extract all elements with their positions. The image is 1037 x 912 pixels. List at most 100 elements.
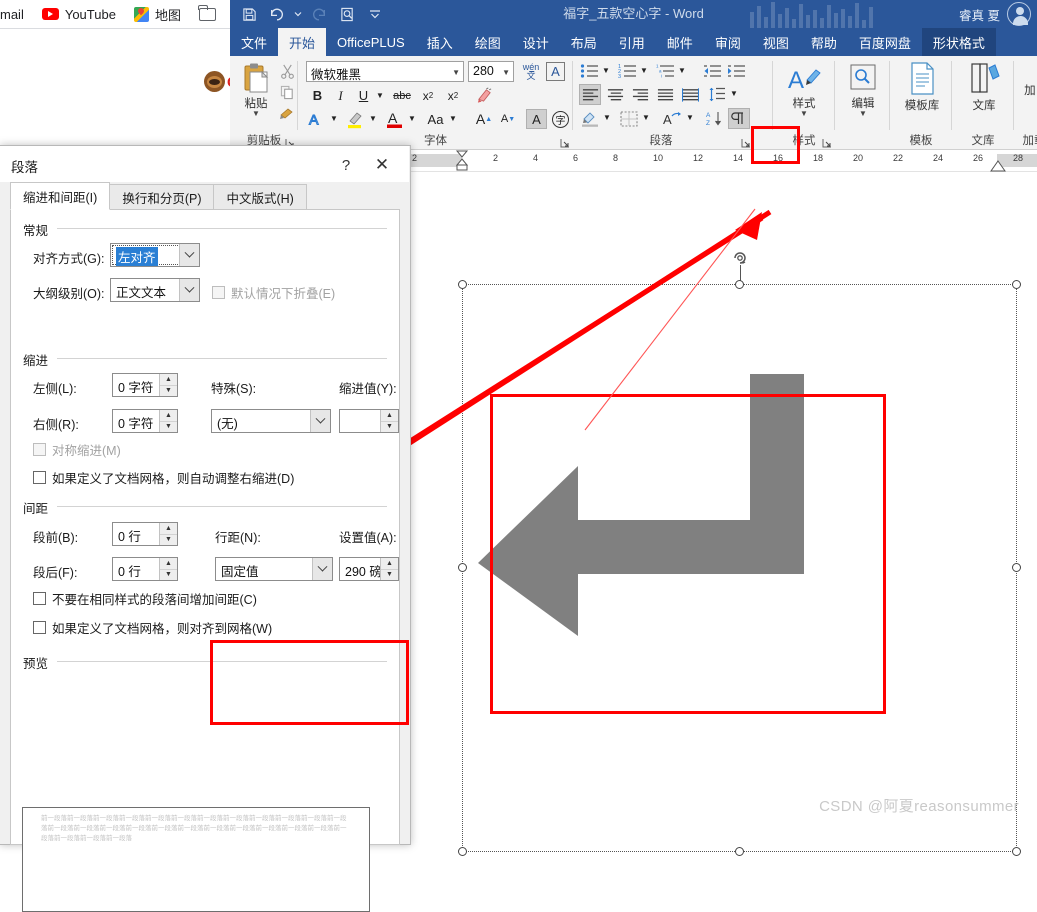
library-button[interactable]: 文库 <box>963 62 1005 113</box>
spin-down-icon[interactable]: ▼ <box>160 386 177 397</box>
strikethrough-button[interactable]: abc <box>390 86 414 105</box>
chevron-down-icon[interactable]: ▼ <box>640 111 652 124</box>
alignment-combo[interactable]: 左对齐 <box>110 243 200 267</box>
spinner-buttons[interactable]: ▲▼ <box>380 558 398 580</box>
tab-review[interactable]: 审阅 <box>704 28 752 56</box>
distribute-button[interactable] <box>679 84 701 105</box>
spin-down-icon[interactable]: ▼ <box>160 422 177 433</box>
checkbox-box[interactable] <box>33 471 46 484</box>
tab-baidu-netdisk[interactable]: 百度网盘 <box>848 28 922 56</box>
bookmark-folder[interactable] <box>199 8 216 21</box>
close-icon[interactable]: ✕ <box>369 154 395 176</box>
spin-down-icon[interactable]: ▼ <box>160 570 177 581</box>
resize-handle-se[interactable] <box>1012 847 1021 856</box>
paste-button[interactable]: 粘贴 ▼ <box>236 62 276 117</box>
tab-indents-and-spacing[interactable]: 缩进和间距(I) <box>10 182 110 210</box>
chevron-down-icon[interactable]: ▼ <box>600 64 612 77</box>
chevron-down-icon[interactable]: ▼ <box>252 111 260 117</box>
chevron-down-icon[interactable] <box>310 410 330 432</box>
copy-icon[interactable] <box>278 83 296 101</box>
increase-indent-icon[interactable] <box>725 61 747 81</box>
chevron-down-icon[interactable]: ▼ <box>684 111 696 124</box>
chevron-down-icon[interactable] <box>179 279 199 301</box>
spin-up-icon[interactable]: ▲ <box>381 410 398 422</box>
tab-mailings[interactable]: 邮件 <box>656 28 704 56</box>
undo-dropdown-icon[interactable] <box>292 2 304 26</box>
spinner-buttons[interactable]: ▲▼ <box>380 410 398 432</box>
change-case-button[interactable]: Aa <box>423 109 448 129</box>
right-indent-marker[interactable] <box>988 160 1008 172</box>
chevron-down-icon[interactable]: ▼ <box>676 64 688 77</box>
right-indent-spinner[interactable]: 0 字符 ▲▼ <box>112 409 178 433</box>
cut-icon[interactable] <box>278 62 296 80</box>
rotate-handle-icon[interactable] <box>731 249 749 267</box>
styles-dialog-launcher[interactable] <box>822 137 832 147</box>
special-combo[interactable]: (无) <box>211 409 331 433</box>
checkbox-box[interactable] <box>33 621 46 634</box>
bookmark-maps[interactable]: 地图 <box>134 5 181 24</box>
enclose-character-icon[interactable]: 字 <box>550 109 571 129</box>
tab-design[interactable]: 设计 <box>512 28 560 56</box>
template-library-button[interactable]: 模板库 <box>901 62 943 113</box>
chevron-down-icon[interactable] <box>312 558 332 580</box>
italic-button[interactable]: I <box>331 86 350 105</box>
auto-adjust-right-indent-checkbox[interactable]: 如果定义了文档网格，则自动调整右缩进(D) <box>33 468 294 487</box>
checkbox-box[interactable] <box>212 286 225 299</box>
chevron-down-icon[interactable]: ▼ <box>367 112 379 125</box>
resize-handle-ne[interactable] <box>1012 280 1021 289</box>
resize-handle-s[interactable] <box>735 847 744 856</box>
tab-insert[interactable]: 插入 <box>416 28 464 56</box>
font-dialog-launcher[interactable] <box>560 137 570 147</box>
left-indent-spinner[interactable]: 0 字符 ▲▼ <box>112 373 178 397</box>
spinner-buttons[interactable]: ▲▼ <box>159 523 177 545</box>
align-left-button[interactable] <box>579 84 601 105</box>
bullets-icon[interactable] <box>579 61 601 81</box>
resize-handle-w[interactable] <box>458 563 467 572</box>
chevron-down-icon[interactable]: ▼ <box>728 87 740 100</box>
bookmark-youtube[interactable]: YouTube <box>42 7 116 22</box>
print-preview-icon[interactable] <box>334 2 360 26</box>
text-effects-icon[interactable]: A <box>306 109 328 129</box>
chevron-down-icon[interactable]: ▼ <box>859 111 867 117</box>
tab-officeplus[interactable]: OfficePLUS <box>326 28 416 56</box>
tab-asian-typography[interactable]: 中文版式(H) <box>213 184 306 210</box>
checkbox-box[interactable] <box>33 443 46 456</box>
resize-handle-nw[interactable] <box>458 280 467 289</box>
spin-up-icon[interactable]: ▲ <box>160 374 177 386</box>
spacing-at-spinner[interactable]: 290 磅 ▲▼ <box>339 557 399 581</box>
tab-shape-format[interactable]: 形状格式 <box>922 28 996 56</box>
font-color-icon[interactable]: A <box>384 109 406 129</box>
shading-icon[interactable] <box>579 108 601 129</box>
subscript-button[interactable]: x2 <box>417 86 439 105</box>
snap-to-grid-checkbox[interactable]: 如果定义了文档网格，则对齐到网格(W) <box>33 618 272 637</box>
document-page[interactable]: CSDN @阿夏reasonsummer <box>418 178 1029 830</box>
numbering-icon[interactable]: 123 <box>617 61 639 81</box>
phonetic-guide-icon[interactable]: wén文 <box>520 61 542 82</box>
no-space-same-style-checkbox[interactable]: 不要在相同样式的段落间增加间距(C) <box>33 589 257 608</box>
bold-button[interactable]: B <box>308 86 327 105</box>
grow-font-button[interactable]: A▲ <box>473 109 495 129</box>
resize-handle-n[interactable] <box>735 280 744 289</box>
resize-handle-sw[interactable] <box>458 847 467 856</box>
character-border-icon[interactable]: A <box>546 62 565 81</box>
spin-up-icon[interactable]: ▲ <box>160 558 177 570</box>
resize-handle-e[interactable] <box>1012 563 1021 572</box>
chevron-down-icon[interactable]: ▼ <box>638 64 650 77</box>
underline-button[interactable]: U <box>354 86 373 105</box>
chevron-down-icon[interactable]: ▼ <box>447 112 459 125</box>
tab-line-and-page-breaks[interactable]: 换行和分页(P) <box>109 184 214 210</box>
chevron-down-icon[interactable]: ▼ <box>502 68 510 77</box>
spin-up-icon[interactable]: ▲ <box>381 558 398 570</box>
spin-down-icon[interactable]: ▼ <box>381 570 398 581</box>
show-formatting-marks-button[interactable] <box>728 108 750 129</box>
styles-button[interactable]: A 样式 ▼ <box>783 64 825 117</box>
text-highlight-icon[interactable] <box>345 109 367 129</box>
tab-help[interactable]: 帮助 <box>800 28 848 56</box>
spinner-buttons[interactable]: ▲▼ <box>159 558 177 580</box>
superscript-button[interactable]: x2 <box>442 86 464 105</box>
tab-view[interactable]: 视图 <box>752 28 800 56</box>
chevron-down-icon[interactable]: ▼ <box>800 111 808 117</box>
chevron-down-icon[interactable]: ▼ <box>601 111 613 124</box>
outline-level-combo[interactable]: 正文文本 <box>110 278 200 302</box>
align-right-button[interactable] <box>629 84 651 105</box>
